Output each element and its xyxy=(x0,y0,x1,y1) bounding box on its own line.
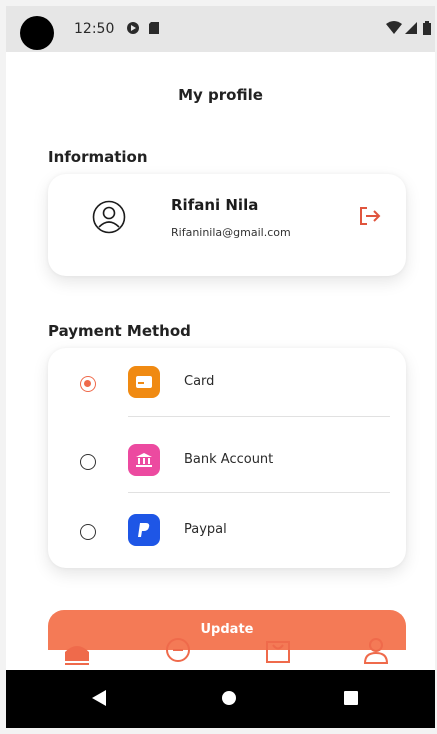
profile-name: Rifani Nila xyxy=(171,196,259,214)
bank-account-radio[interactable] xyxy=(80,454,96,470)
bank-account-label: Bank Account xyxy=(184,452,274,467)
card-icon xyxy=(128,366,160,398)
recents-icon[interactable] xyxy=(343,690,359,710)
chat-icon[interactable] xyxy=(163,636,193,666)
profile-icon[interactable] xyxy=(361,636,391,666)
payment-option-bank-account[interactable]: Bank Account xyxy=(48,430,406,490)
home-nav-icon[interactable] xyxy=(221,690,237,710)
divider xyxy=(128,416,390,417)
sd-card-icon xyxy=(148,21,160,39)
home-icon[interactable] xyxy=(62,636,92,666)
divider xyxy=(128,492,390,493)
card-radio[interactable] xyxy=(80,376,96,392)
battery-icon xyxy=(422,21,432,39)
bag-icon[interactable] xyxy=(263,636,293,666)
paypal-label: Paypal xyxy=(184,522,227,537)
bank-icon xyxy=(128,444,160,476)
profile-email: Rifaninila@gmail.com xyxy=(171,226,291,239)
system-nav-bar xyxy=(6,670,435,728)
app-screen: 12:50 My profile Information Rifani Nila xyxy=(6,6,435,728)
logout-icon[interactable] xyxy=(358,206,382,226)
camera-cutout xyxy=(20,16,54,50)
status-time: 12:50 xyxy=(74,21,115,37)
payment-option-card[interactable]: Card xyxy=(48,352,406,412)
paypal-radio[interactable] xyxy=(80,524,96,540)
wifi-icon xyxy=(386,21,402,39)
profile-card: Rifani Nila Rifaninila@gmail.com xyxy=(48,174,406,276)
status-bar: 12:50 xyxy=(6,6,435,52)
payment-option-paypal[interactable]: Paypal xyxy=(48,500,406,560)
information-heading: Information xyxy=(48,148,148,166)
payment-card: Card Bank Account Paypal xyxy=(48,348,406,568)
paypal-icon xyxy=(128,514,160,546)
back-icon[interactable] xyxy=(92,690,106,710)
tab-bar xyxy=(6,634,435,670)
payment-heading: Payment Method xyxy=(48,322,191,340)
card-label: Card xyxy=(184,374,215,389)
page-title: My profile xyxy=(178,86,263,104)
user-avatar-icon xyxy=(92,200,126,234)
sync-icon xyxy=(126,21,140,39)
signal-icon xyxy=(404,21,418,39)
